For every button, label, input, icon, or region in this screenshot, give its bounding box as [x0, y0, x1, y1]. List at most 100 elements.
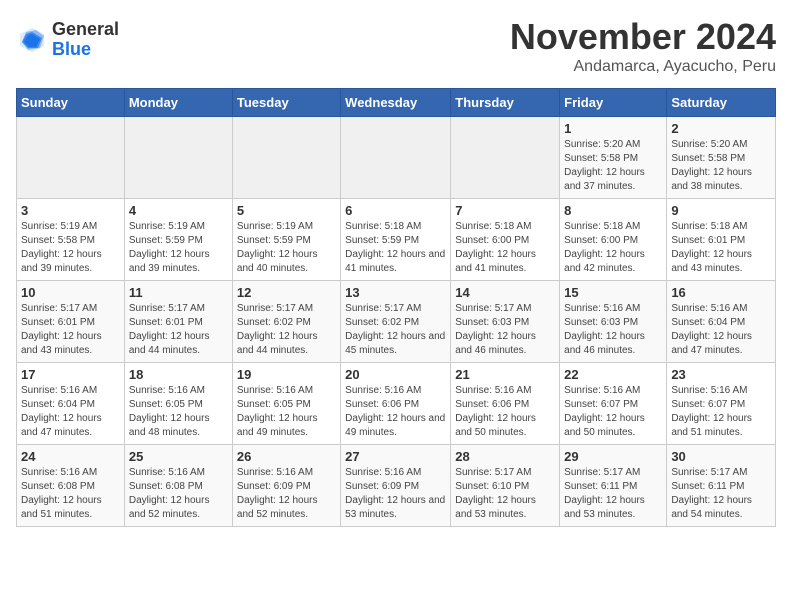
- calendar-cell: [124, 117, 232, 199]
- logo-general: General: [52, 20, 119, 40]
- calendar-cell: 6 Sunrise: 5:18 AM Sunset: 5:59 PM Daylig…: [341, 199, 451, 281]
- day-info: Sunrise: 5:17 AM Sunset: 6:02 PM Dayligh…: [237, 302, 336, 358]
- day-info: Sunrise: 5:20 AM Sunset: 5:58 PM Dayligh…: [564, 138, 662, 194]
- calendar-cell: 9 Sunrise: 5:18 AM Sunset: 6:01 PM Daylig…: [667, 199, 776, 281]
- day-info: Sunrise: 5:16 AM Sunset: 6:07 PM Dayligh…: [564, 384, 662, 440]
- calendar-cell: [341, 117, 451, 199]
- logo: General Blue: [16, 20, 119, 60]
- day-info: Sunrise: 5:17 AM Sunset: 6:11 PM Dayligh…: [671, 466, 771, 522]
- header-saturday: Saturday: [667, 89, 776, 117]
- logo-icon: [16, 24, 48, 56]
- day-info: Sunrise: 5:16 AM Sunset: 6:09 PM Dayligh…: [345, 466, 446, 522]
- day-number: 3: [21, 203, 120, 218]
- calendar-cell: 24 Sunrise: 5:16 AM Sunset: 6:08 PM Dayli…: [17, 445, 125, 527]
- day-info: Sunrise: 5:17 AM Sunset: 6:02 PM Dayligh…: [345, 302, 446, 358]
- location: Andamarca, Ayacucho, Peru: [510, 58, 776, 76]
- calendar-cell: 30 Sunrise: 5:17 AM Sunset: 6:11 PM Dayli…: [667, 445, 776, 527]
- day-number: 10: [21, 285, 120, 300]
- calendar-cell: 23 Sunrise: 5:16 AM Sunset: 6:07 PM Dayli…: [667, 363, 776, 445]
- calendar-week-1: 3 Sunrise: 5:19 AM Sunset: 5:58 PM Daylig…: [17, 199, 776, 281]
- day-number: 22: [564, 367, 662, 382]
- day-number: 27: [345, 449, 446, 464]
- calendar-cell: 14Sunrise: 5:17 AM Sunset: 6:03 PM Dayli…: [451, 281, 560, 363]
- day-info: Sunrise: 5:16 AM Sunset: 6:09 PM Dayligh…: [237, 466, 336, 522]
- calendar-week-4: 24 Sunrise: 5:16 AM Sunset: 6:08 PM Dayli…: [17, 445, 776, 527]
- calendar-cell: 25Sunrise: 5:16 AM Sunset: 6:08 PM Dayli…: [124, 445, 232, 527]
- day-info: Sunrise: 5:16 AM Sunset: 6:03 PM Dayligh…: [564, 302, 662, 358]
- day-number: 20: [345, 367, 446, 382]
- day-info: Sunrise: 5:18 AM Sunset: 6:00 PM Dayligh…: [564, 220, 662, 276]
- header-wednesday: Wednesday: [341, 89, 451, 117]
- calendar-cell: 2 Sunrise: 5:20 AM Sunset: 5:58 PM Daylig…: [667, 117, 776, 199]
- day-info: Sunrise: 5:17 AM Sunset: 6:10 PM Dayligh…: [455, 466, 555, 522]
- day-number: 15: [564, 285, 662, 300]
- calendar-cell: 12 Sunrise: 5:17 AM Sunset: 6:02 PM Dayli…: [232, 281, 340, 363]
- day-number: 19: [237, 367, 336, 382]
- day-info: Sunrise: 5:17 AM Sunset: 6:03 PM Dayligh…: [455, 302, 555, 358]
- day-info: Sunrise: 5:18 AM Sunset: 5:59 PM Dayligh…: [345, 220, 446, 276]
- day-number: 13: [345, 285, 446, 300]
- day-info: Sunrise: 5:19 AM Sunset: 5:59 PM Dayligh…: [237, 220, 336, 276]
- day-number: 23: [671, 367, 771, 382]
- title-block: November 2024 Andamarca, Ayacucho, Peru: [510, 16, 776, 76]
- calendar-cell: 28Sunrise: 5:17 AM Sunset: 6:10 PM Dayli…: [451, 445, 560, 527]
- day-number: 30: [671, 449, 771, 464]
- day-number: 4: [129, 203, 228, 218]
- day-info: Sunrise: 5:16 AM Sunset: 6:05 PM Dayligh…: [237, 384, 336, 440]
- day-info: Sunrise: 5:16 AM Sunset: 6:08 PM Dayligh…: [129, 466, 228, 522]
- day-number: 11: [129, 285, 228, 300]
- day-number: 18: [129, 367, 228, 382]
- day-info: Sunrise: 5:16 AM Sunset: 6:04 PM Dayligh…: [671, 302, 771, 358]
- day-info: Sunrise: 5:18 AM Sunset: 6:00 PM Dayligh…: [455, 220, 555, 276]
- calendar-cell: 16 Sunrise: 5:16 AM Sunset: 6:04 PM Dayli…: [667, 281, 776, 363]
- day-number: 7: [455, 203, 555, 218]
- day-info: Sunrise: 5:20 AM Sunset: 5:58 PM Dayligh…: [671, 138, 771, 194]
- calendar-cell: 21 Sunrise: 5:16 AM Sunset: 6:06 PM Dayli…: [451, 363, 560, 445]
- day-info: Sunrise: 5:19 AM Sunset: 5:58 PM Dayligh…: [21, 220, 120, 276]
- day-info: Sunrise: 5:16 AM Sunset: 6:06 PM Dayligh…: [455, 384, 555, 440]
- calendar-cell: 27 Sunrise: 5:16 AM Sunset: 6:09 PM Dayli…: [341, 445, 451, 527]
- calendar-cell: 4 Sunrise: 5:19 AM Sunset: 5:59 PM Daylig…: [124, 199, 232, 281]
- day-info: Sunrise: 5:17 AM Sunset: 6:01 PM Dayligh…: [21, 302, 120, 358]
- calendar-cell: [451, 117, 560, 199]
- calendar-cell: 5Sunrise: 5:19 AM Sunset: 5:59 PM Daylig…: [232, 199, 340, 281]
- day-number: 2: [671, 121, 771, 136]
- calendar-table: SundayMondayTuesdayWednesdayThursdayFrid…: [16, 88, 776, 527]
- day-number: 17: [21, 367, 120, 382]
- day-info: Sunrise: 5:18 AM Sunset: 6:01 PM Dayligh…: [671, 220, 771, 276]
- calendar-cell: 13 Sunrise: 5:17 AM Sunset: 6:02 PM Dayli…: [341, 281, 451, 363]
- day-info: Sunrise: 5:19 AM Sunset: 5:59 PM Dayligh…: [129, 220, 228, 276]
- day-number: 24: [21, 449, 120, 464]
- calendar-cell: 8 Sunrise: 5:18 AM Sunset: 6:00 PM Daylig…: [560, 199, 667, 281]
- day-number: 16: [671, 285, 771, 300]
- calendar-cell: 19 Sunrise: 5:16 AM Sunset: 6:05 PM Dayli…: [232, 363, 340, 445]
- day-number: 9: [671, 203, 771, 218]
- day-number: 8: [564, 203, 662, 218]
- day-info: Sunrise: 5:16 AM Sunset: 6:04 PM Dayligh…: [21, 384, 120, 440]
- header-monday: Monday: [124, 89, 232, 117]
- calendar-cell: 17 Sunrise: 5:16 AM Sunset: 6:04 PM Dayli…: [17, 363, 125, 445]
- calendar-week-0: 1 Sunrise: 5:20 AM Sunset: 5:58 PM Daylig…: [17, 117, 776, 199]
- day-info: Sunrise: 5:17 AM Sunset: 6:01 PM Dayligh…: [129, 302, 228, 358]
- calendar-week-2: 10 Sunrise: 5:17 AM Sunset: 6:01 PM Dayli…: [17, 281, 776, 363]
- calendar-cell: 10 Sunrise: 5:17 AM Sunset: 6:01 PM Dayli…: [17, 281, 125, 363]
- header-friday: Friday: [560, 89, 667, 117]
- header-sunday: Sunday: [17, 89, 125, 117]
- page-header: General Blue November 2024 Andamarca, Ay…: [16, 16, 776, 76]
- calendar-cell: 20Sunrise: 5:16 AM Sunset: 6:06 PM Dayli…: [341, 363, 451, 445]
- calendar-cell: 11 Sunrise: 5:17 AM Sunset: 6:01 PM Dayli…: [124, 281, 232, 363]
- calendar-cell: 29Sunrise: 5:17 AM Sunset: 6:11 PM Dayli…: [560, 445, 667, 527]
- calendar-cell: 18Sunrise: 5:16 AM Sunset: 6:05 PM Dayli…: [124, 363, 232, 445]
- day-number: 12: [237, 285, 336, 300]
- day-info: Sunrise: 5:16 AM Sunset: 6:07 PM Dayligh…: [671, 384, 771, 440]
- calendar-week-3: 17 Sunrise: 5:16 AM Sunset: 6:04 PM Dayli…: [17, 363, 776, 445]
- calendar-cell: 1 Sunrise: 5:20 AM Sunset: 5:58 PM Daylig…: [560, 117, 667, 199]
- calendar-header-row: SundayMondayTuesdayWednesdayThursdayFrid…: [17, 89, 776, 117]
- day-number: 21: [455, 367, 555, 382]
- calendar-cell: 3 Sunrise: 5:19 AM Sunset: 5:58 PM Daylig…: [17, 199, 125, 281]
- day-number: 1: [564, 121, 662, 136]
- day-number: 6: [345, 203, 446, 218]
- day-info: Sunrise: 5:16 AM Sunset: 6:08 PM Dayligh…: [21, 466, 120, 522]
- day-info: Sunrise: 5:17 AM Sunset: 6:11 PM Dayligh…: [564, 466, 662, 522]
- calendar-cell: [17, 117, 125, 199]
